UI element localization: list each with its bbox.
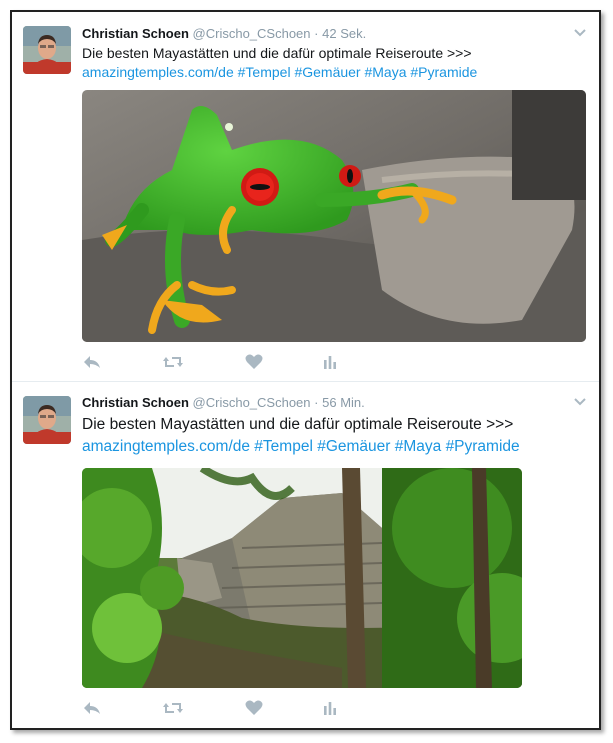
- tweet-hashtags[interactable]: #Tempel #Gemäuer #Maya #Pyramide: [234, 64, 478, 80]
- reply-icon[interactable]: [82, 699, 102, 717]
- tweet-text-line: Die besten Mayastätten und die dafür opt…: [82, 416, 514, 433]
- tweet-timestamp[interactable]: 56 Min.: [322, 395, 365, 410]
- tweet-text: Die besten Mayastätten und die dafür opt…: [82, 414, 520, 458]
- tweet-text-line: Die besten Mayastätten und die dafür opt…: [82, 45, 472, 61]
- avatar[interactable]: [23, 396, 71, 444]
- header-separator: ·: [314, 26, 319, 41]
- tweet-media-ruins[interactable]: [82, 468, 522, 688]
- author-name[interactable]: Christian Schoen: [82, 26, 189, 41]
- tweet-timestamp[interactable]: 42 Sek.: [322, 26, 366, 41]
- retweet-icon[interactable]: [162, 353, 183, 371]
- header-separator: ·: [314, 395, 319, 410]
- heart-icon[interactable]: [244, 353, 264, 371]
- chevron-down-icon[interactable]: [573, 26, 587, 40]
- analytics-icon[interactable]: [320, 353, 340, 371]
- author-name[interactable]: Christian Schoen: [82, 395, 189, 410]
- tweet-text: Die besten Mayastätten und die dafür opt…: [82, 44, 477, 82]
- chevron-down-icon[interactable]: [573, 395, 587, 409]
- tweet-text-links: amazingtemples.com/de #Tempel #Gemäuer #…: [82, 63, 477, 82]
- author-handle[interactable]: @Crischo_CSchoen: [193, 26, 311, 41]
- screenshot-frame: Christian Schoen @Crischo_CSchoen · 42 S…: [10, 10, 601, 730]
- tweet[interactable]: Christian Schoen @Crischo_CSchoen · 56 M…: [12, 383, 599, 728]
- reply-icon[interactable]: [82, 353, 102, 371]
- retweet-icon[interactable]: [162, 699, 183, 717]
- tweet-link[interactable]: amazingtemples.com/de: [82, 438, 250, 455]
- author-handle[interactable]: @Crischo_CSchoen: [193, 395, 311, 410]
- tweet-media-frog[interactable]: [82, 90, 586, 342]
- tweet-text-links: amazingtemples.com/de #Tempel #Gemäuer #…: [82, 436, 520, 458]
- analytics-icon[interactable]: [320, 699, 340, 717]
- tweet-header: Christian Schoen @Crischo_CSchoen · 56 M…: [82, 395, 365, 410]
- tweet[interactable]: Christian Schoen @Crischo_CSchoen · 42 S…: [12, 12, 599, 382]
- avatar[interactable]: [23, 26, 71, 74]
- tweet-link[interactable]: amazingtemples.com/de: [82, 64, 234, 80]
- tweet-hashtags[interactable]: #Tempel #Gemäuer #Maya #Pyramide: [250, 438, 519, 455]
- heart-icon[interactable]: [244, 699, 264, 717]
- tweet-header: Christian Schoen @Crischo_CSchoen · 42 S…: [82, 26, 366, 41]
